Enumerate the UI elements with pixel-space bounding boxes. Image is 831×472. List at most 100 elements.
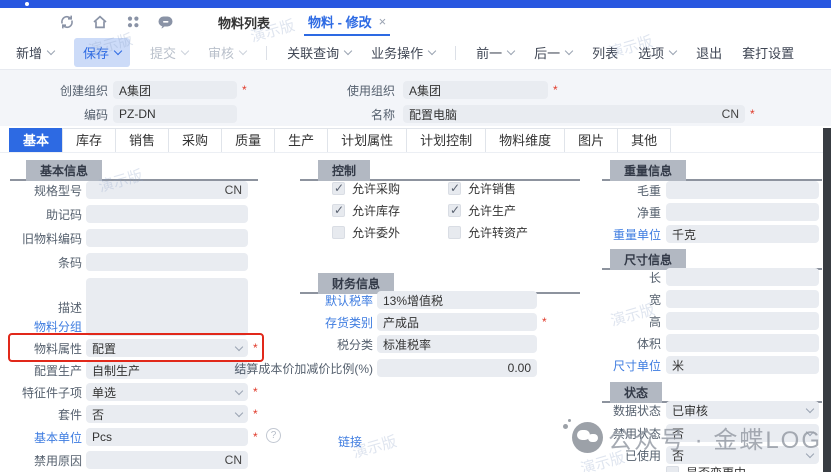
vertical-scrollbar[interactable] [823,128,831,472]
base-unit-link[interactable]: 基本单位 [10,429,82,446]
field-size-unit: 尺寸单位 米 [603,356,819,374]
required-star: * [253,385,258,399]
width-input[interactable] [666,290,819,308]
window-tab-material-list[interactable]: 物料列表 [218,8,270,36]
material-edit-page: 物料列表 物料 - 修改 × 新增 保存 提交 审核 关联查询 业务操作 前一 … [0,0,831,472]
tab-production[interactable]: 生产 [274,128,328,153]
prev-button[interactable]: 前一 [476,43,514,62]
close-icon[interactable]: × [379,14,387,29]
checkbox-allow-to-asset[interactable]: 允许转资产 [448,224,528,241]
data-status-select[interactable]: 已审核 [666,401,819,419]
field-feature-subitem: 特征件子项 单选 * [10,383,258,401]
length-input[interactable] [666,268,819,286]
section-weight: 重量信息 [602,163,822,181]
locale-tag: CN [722,107,739,121]
create-org-input[interactable]: A集团 [113,81,237,99]
chevron-down-icon [47,47,55,55]
tax-class-input[interactable]: 标准税率 [377,335,537,353]
default-tax-rate-input[interactable]: 13%增值税 [377,291,537,309]
inventory-category-link[interactable]: 存货类别 [223,314,373,331]
print-setup-button[interactable]: 套打设置 [742,43,794,62]
chevron-down-icon [235,386,243,394]
net-weight-input[interactable] [666,203,819,221]
spec-model-input[interactable]: CN [86,181,248,199]
business-ops-button[interactable]: 业务操作 [371,43,435,62]
old-code-input[interactable] [86,229,248,247]
chevron-down-icon [565,47,573,55]
list-button[interactable]: 列表 [592,43,618,62]
section-control: 控制 [300,163,580,181]
forbid-status-select[interactable]: 否 [666,424,819,442]
locale-tag: CN [225,453,242,467]
home-icon[interactable] [91,14,108,31]
checkbox-allow-outsource[interactable]: 允许委外 [332,224,400,241]
field-use-org: 使用组织 A集团 * [347,81,558,99]
tab-sales[interactable]: 销售 [115,128,169,153]
field-height: 高 [603,312,819,330]
detail-tabs: 基本 库存 销售 采购 质量 生产 计划属性 计划控制 物料维度 图片 其他 [10,128,671,153]
message-icon[interactable] [157,14,174,31]
exit-button[interactable]: 退出 [696,43,722,62]
options-button[interactable]: 选项 [638,43,676,62]
suite-select[interactable]: 否 [86,405,248,423]
size-unit-input[interactable]: 米 [666,356,819,374]
field-gross-weight: 毛重 [603,181,819,199]
tab-purchase[interactable]: 采购 [168,128,222,153]
tab-material-dim[interactable]: 物料维度 [485,128,565,153]
checkbox-allow-inventory[interactable]: 允许库存 [332,202,400,219]
tab-basic[interactable]: 基本 [9,128,63,153]
inventory-category-input[interactable]: 产成品 [377,313,537,331]
save-button[interactable]: 保存 [74,38,130,67]
checkbox-allow-sale[interactable]: 允许销售 [448,180,516,197]
checkbox-allow-production[interactable]: 允许生产 [448,202,516,219]
volume-input[interactable] [666,334,819,352]
checkbox-is-changing[interactable]: 是否变更中 [666,464,746,472]
tab-plan-control[interactable]: 计划控制 [406,128,486,153]
material-group-link[interactable]: 物料分组 [10,318,82,335]
name-input[interactable]: 配置电脑 CN [403,105,745,123]
tab-plan-attr[interactable]: 计划属性 [327,128,407,153]
default-tax-rate-link[interactable]: 默认税率 [223,292,373,309]
apps-grid-icon[interactable] [124,14,141,31]
weight-unit-input[interactable]: 千克 [666,225,819,243]
tab-other[interactable]: 其他 [617,128,671,153]
field-create-org: 创建组织 A集团 * [0,81,247,99]
submit-button[interactable]: 提交 [150,43,188,62]
use-org-input[interactable]: A集团 [403,81,548,99]
help-icon[interactable]: ? [266,428,281,443]
field-cost-adjust-ratio: 结算成本价加减价比例(%) 0.00 [223,359,537,377]
toolbar: 新增 保存 提交 审核 关联查询 业务操作 前一 后一 列表 选项 退出 套打设… [0,36,831,70]
audit-button[interactable]: 审核 [208,43,246,62]
section-basic-info: 基本信息 [10,163,258,181]
tab-inventory[interactable]: 库存 [62,128,116,153]
code-input[interactable]: PZ-DN [113,105,237,123]
tab-image[interactable]: 图片 [564,128,618,153]
chevron-down-icon [806,427,814,435]
weight-unit-link[interactable]: 重量单位 [603,226,661,243]
new-button[interactable]: 新增 [16,43,54,62]
next-button[interactable]: 后一 [534,43,572,62]
window-tab-material-edit[interactable]: 物料 - 修改 × [304,8,390,36]
checkbox-icon [332,204,345,217]
related-query-button[interactable]: 关联查询 [287,43,351,62]
checkbox-allow-purchase[interactable]: 允许采购 [332,180,400,197]
size-unit-link[interactable]: 尺寸单位 [603,357,661,374]
height-input[interactable] [666,312,819,330]
field-net-weight: 净重 [603,203,819,221]
base-unit-input[interactable]: Pcs [86,428,248,446]
mnemonic-input[interactable] [86,205,248,223]
feature-subitem-select[interactable]: 单选 [86,383,248,401]
barcode-input[interactable] [86,253,248,271]
toolbar-divider [455,46,456,60]
field-material-group: 物料分组 [10,317,248,335]
sync-icon[interactable] [58,14,75,31]
tab-quality[interactable]: 质量 [221,128,275,153]
cost-adjust-ratio-input[interactable]: 0.00 [377,359,537,377]
required-star: * [750,107,755,121]
used-select[interactable]: 否 [666,446,819,464]
field-old-code: 旧物料编码 [10,229,248,247]
chevron-down-icon [239,47,247,55]
gross-weight-input[interactable] [666,181,819,199]
link-text[interactable]: 链接 [338,433,362,450]
disable-reason-input[interactable]: CN [86,451,248,469]
